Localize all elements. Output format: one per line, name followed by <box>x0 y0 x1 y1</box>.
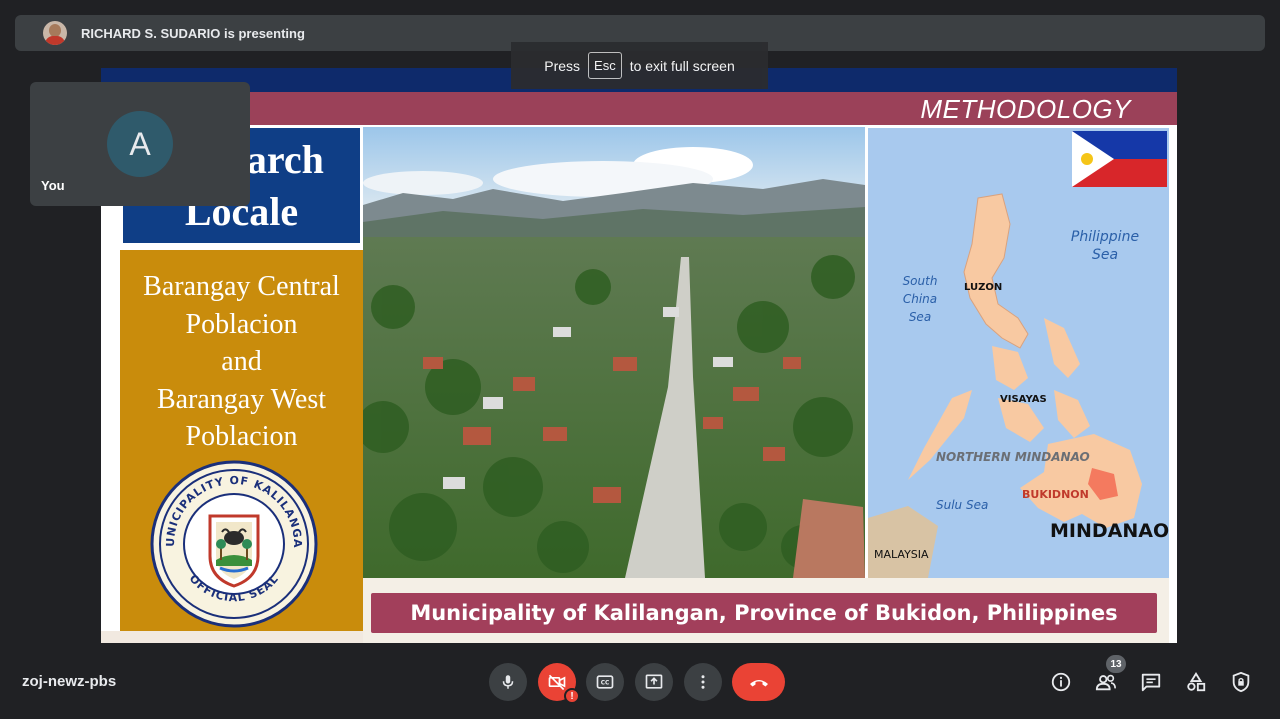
presenter-status: RICHARD S. SUDARIO is presenting <box>81 25 305 41</box>
camera-button[interactable]: ! <box>538 663 580 704</box>
shared-slide: METHODOLOGY earch Locale Barangay Centra… <box>101 68 1177 643</box>
meeting-toolbar: zoj-newz-pbs ! CC 13 <box>0 653 1280 719</box>
notice-rest: to exit full screen <box>629 57 735 74</box>
aerial-town-photo <box>363 127 865 578</box>
info-icon <box>1051 672 1071 692</box>
microphone-button[interactable] <box>489 663 527 701</box>
map-graphic <box>868 131 1167 578</box>
philippines-map: Philippine Sea South China Sea LUZON VIS… <box>868 128 1169 578</box>
more-options-button[interactable] <box>684 663 722 701</box>
meeting-details-button[interactable] <box>1049 670 1073 694</box>
presenter-avatar <box>43 21 67 45</box>
svg-text:CC: CC <box>601 681 610 687</box>
map-label-northern-mindanao: NORTHERN MINDANAO <box>936 450 1090 464</box>
camera-warning-icon: ! <box>564 688 580 704</box>
map-label-luzon: LUZON <box>964 282 1003 293</box>
chat-button[interactable] <box>1139 670 1163 694</box>
captions-button[interactable]: CC <box>586 663 624 701</box>
notice-press: Press <box>544 57 581 74</box>
self-label: You <box>41 178 65 193</box>
barangay-box: Barangay Central Poblacion and Barangay … <box>120 250 363 631</box>
barangay-line: Barangay West <box>156 383 327 415</box>
people-icon <box>1095 674 1116 691</box>
philippine-flag <box>1072 131 1167 187</box>
slide-caption: Municipality of Kalilangan, Province of … <box>410 601 1118 625</box>
caption-bar: Municipality of Kalilangan, Province of … <box>371 593 1157 633</box>
map-label-south-china-sea: South China Sea <box>902 274 938 324</box>
barangay-text: Barangay Central Poblacion and Barangay … <box>120 268 363 456</box>
map-label-bukidnon: BUKIDNON <box>1022 488 1089 501</box>
esc-key: Esc <box>588 52 622 79</box>
map-label-sulu-sea: Sulu Sea <box>936 498 989 512</box>
barangay-line: Poblacion <box>185 421 298 452</box>
municipal-seal: MUNICIPALITY OF KALILANGAN OFFICIAL SEAL <box>150 460 318 628</box>
host-controls-button[interactable] <box>1229 670 1253 694</box>
map-label-malaysia: MALAYSIA <box>874 548 929 561</box>
map-label-philippine-sea: Philippine Sea <box>1070 229 1140 263</box>
more-vert-icon <box>701 675 705 689</box>
activities-button[interactable] <box>1184 670 1208 694</box>
barangay-line: and <box>221 346 262 377</box>
shield-lock-icon <box>1232 671 1250 693</box>
microphone-icon <box>502 675 514 689</box>
fullscreen-notice: Press Esc to exit full screen <box>511 42 768 89</box>
meeting-code: zoj-newz-pbs <box>22 673 117 690</box>
self-video-tile[interactable]: A You <box>30 82 250 206</box>
map-label-mindanao: MINDANAO <box>1050 520 1169 542</box>
map-label-visayas: VISAYAS <box>1000 394 1047 405</box>
barangay-line: Barangay Central <box>143 271 340 302</box>
slide-title: METHODOLOGY <box>920 94 1131 124</box>
chat-icon <box>1141 673 1161 692</box>
captions-icon: CC <box>596 675 614 689</box>
slide-bottom-strip <box>101 631 363 643</box>
hang-up-icon <box>749 680 768 687</box>
activities-shapes-icon <box>1187 672 1206 692</box>
participants-button[interactable] <box>1094 670 1118 694</box>
barangay-line: Poblacion <box>185 308 298 340</box>
participants-count-badge: 13 <box>1106 655 1126 673</box>
leave-call-button[interactable] <box>732 663 785 701</box>
present-button[interactable] <box>635 663 673 701</box>
present-screen-icon <box>645 674 663 689</box>
self-avatar: A <box>107 111 173 177</box>
camera-off-icon <box>548 674 566 691</box>
